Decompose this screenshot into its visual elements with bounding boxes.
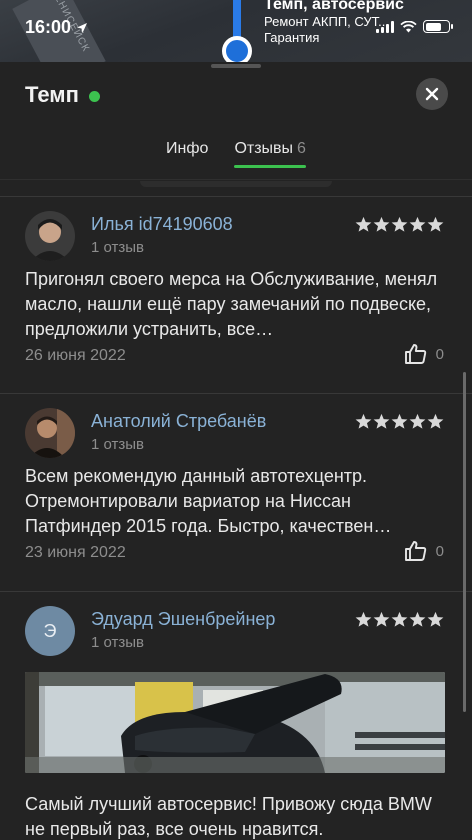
tab-info-label: Инфо [166,140,209,157]
tab-reviews[interactable]: Отзывы 6 [234,140,306,168]
tab-bar: Инфо Отзывы 6 [0,140,472,168]
avatar[interactable]: Э [25,606,75,656]
tab-info[interactable]: Инфо [166,140,208,168]
avatar[interactable] [25,211,75,261]
rating-stars [355,216,444,233]
open-status-dot [88,90,100,102]
review-text[interactable]: Пригонял своего мерса на Обслуживание, м… [25,267,450,342]
like-button[interactable]: 0 [404,540,444,562]
scrollbar[interactable] [463,372,466,712]
tab-reviews-label: Отзывы [234,140,294,157]
thumbs-up-icon [404,541,426,561]
wifi-icon [400,20,417,32]
star-icon [355,216,372,232]
rating-stars [355,413,444,430]
avatar[interactable] [25,408,75,458]
star-icon [427,216,444,232]
thumbs-up-icon [404,344,426,364]
star-icon [391,216,408,232]
star-icon [409,611,426,627]
place-sheet: Темп Инфо Отзывы 6 Илья id74190608 1 отзы… [0,62,472,840]
cellular-signal-icon [376,20,394,33]
review-item[interactable]: Анатолий Стребанёв 1 отзыв Всем рекоменд… [0,394,472,590]
header: Темп [25,82,100,108]
tab-reviews-count: 6 [297,140,306,157]
review-item[interactable]: Э Эдуард Эшенбрейнер 1 отзыв Самый лучши… [0,592,472,840]
status-icons [376,20,453,33]
like-button[interactable]: 0 [404,343,444,365]
star-icon [391,611,408,627]
star-icon [355,611,372,627]
star-icon [373,216,390,232]
star-icon [409,413,426,429]
author-review-count: 1 отзыв [91,634,145,651]
star-icon [427,611,444,627]
user-photo [25,211,75,261]
collapsed-panel-edge [140,181,332,187]
star-icon [391,413,408,429]
map-preview[interactable]: ЕНИСЕЙСК Темп, автосервис Ремонт АКПП, С… [0,0,472,62]
status-time-text: 16:00 [25,17,72,37]
review-date: 23 июня 2022 [25,544,126,561]
author-review-count: 1 отзыв [91,239,145,256]
review-item[interactable]: Илья id74190608 1 отзыв Пригонял своего … [0,197,472,392]
star-icon [355,413,372,429]
map-place-title: Темп, автосервис [264,0,404,13]
review-author[interactable]: Илья id74190608 [91,214,233,235]
review-author[interactable]: Анатолий Стребанёв [91,411,266,432]
location-arrow-icon [77,22,88,33]
review-text[interactable]: Самый лучший автосервис! Привожу сюда BM… [25,792,450,840]
review-text[interactable]: Всем рекомендую данный автотехцентр. Отр… [25,464,450,539]
close-icon [425,87,439,101]
author-review-count: 1 отзыв [91,436,145,453]
star-icon [409,216,426,232]
review-photo[interactable] [25,672,445,773]
close-button[interactable] [416,78,448,110]
page-title: Темп [25,82,79,107]
review-date: 26 июня 2022 [25,347,126,364]
like-count: 0 [435,542,444,560]
user-photo [25,408,75,458]
car-service-photo [25,672,445,773]
like-count: 0 [435,345,444,363]
status-time: 16:00 [25,17,88,38]
star-icon [373,611,390,627]
battery-icon [423,20,453,33]
star-icon [373,413,390,429]
rating-stars [355,611,444,628]
map-pin-stem [233,0,241,40]
review-author[interactable]: Эдуард Эшенбрейнер [91,609,275,630]
sheet-grabber[interactable] [211,64,261,68]
map-pin-icon[interactable] [222,36,252,62]
tabs-divider [0,179,472,180]
star-icon [427,413,444,429]
